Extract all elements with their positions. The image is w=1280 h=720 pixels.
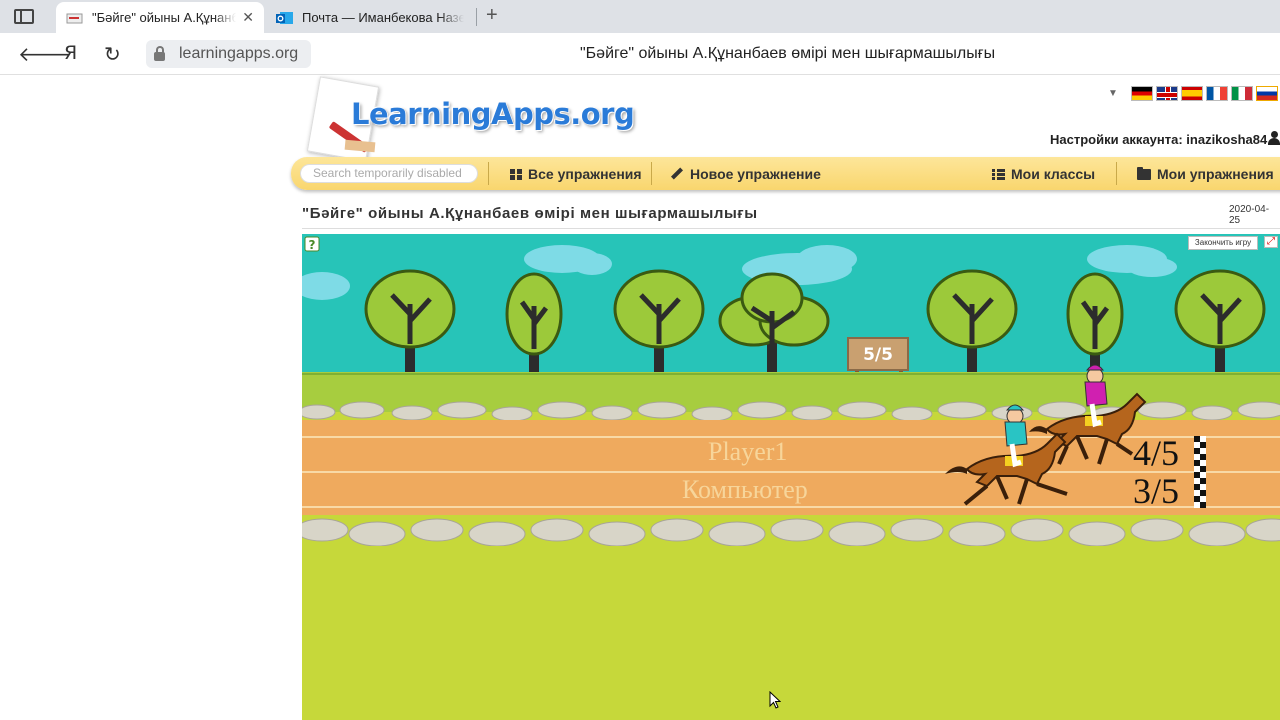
nav-label: Мои упражнения bbox=[1157, 166, 1274, 182]
player1-score: 4/5 bbox=[1133, 433, 1180, 473]
computer-score: 3/5 bbox=[1133, 471, 1180, 511]
nav-divider bbox=[488, 162, 489, 185]
finish-game-button[interactable]: Закончить игру bbox=[1188, 236, 1258, 250]
nav-new-exercise[interactable]: Новое упражнение bbox=[672, 166, 821, 182]
lock-icon bbox=[154, 45, 165, 61]
site-logo[interactable]: LearningApps.org bbox=[305, 75, 635, 162]
tab-active[interactable]: "Бәйге" ойыны А.Құнанбаев өмірі ✕ bbox=[56, 2, 264, 33]
flag-it-icon[interactable] bbox=[1230, 86, 1253, 101]
outlook-icon bbox=[276, 11, 293, 24]
reload-icon[interactable]: ↻ bbox=[104, 42, 121, 67]
flag-es-icon[interactable] bbox=[1180, 86, 1203, 101]
flag-gb-icon[interactable] bbox=[1155, 86, 1178, 101]
help-icon[interactable]: ? bbox=[304, 236, 320, 252]
new-tab-icon[interactable]: + bbox=[486, 4, 498, 27]
tab-separator bbox=[476, 8, 477, 26]
folder-icon bbox=[1137, 166, 1151, 180]
grid-icon bbox=[510, 168, 522, 180]
exercise-date: 2020-04-25 bbox=[1229, 204, 1270, 226]
user-icon[interactable] bbox=[1268, 131, 1280, 145]
flag-ru-icon[interactable] bbox=[1255, 86, 1278, 101]
player1-label: Player1 bbox=[708, 437, 788, 466]
list-icon bbox=[992, 168, 1005, 180]
flag-de-icon[interactable] bbox=[1130, 86, 1153, 101]
tab-close-icon[interactable]: ✕ bbox=[242, 9, 254, 26]
nav-divider bbox=[1116, 162, 1117, 185]
nav-all-exercises[interactable]: Все упражнения bbox=[510, 166, 642, 182]
divider bbox=[302, 228, 1280, 229]
flag-fr-icon[interactable] bbox=[1205, 86, 1228, 101]
account-settings-link[interactable]: Настройки аккаунта: inazikosha84 bbox=[1050, 132, 1267, 147]
yandex-icon[interactable]: Я bbox=[64, 42, 77, 64]
score-sign-text: 5/5 bbox=[863, 345, 893, 365]
nav-label: Все упражнения bbox=[528, 166, 642, 182]
fullscreen-icon[interactable]: ⤢ bbox=[1264, 236, 1278, 248]
language-selector[interactable]: ▼ bbox=[1108, 86, 1278, 101]
game-canvas[interactable]: ? Закончить игру ⤢ 5/5 Player1 Компьютер… bbox=[302, 234, 1280, 720]
computer-label: Компьютер bbox=[682, 475, 808, 504]
search-input[interactable]: Search temporarily disabled bbox=[300, 164, 478, 183]
tab-mail[interactable]: Почта — Иманбекова Назерке bbox=[266, 2, 474, 33]
logo-text: LearningApps.org bbox=[351, 97, 635, 131]
nav-my-exercises[interactable]: Мои упражнения bbox=[1137, 166, 1274, 182]
svg-text:?: ? bbox=[309, 238, 316, 252]
mouse-cursor-icon bbox=[769, 691, 781, 709]
pencil-icon bbox=[672, 168, 684, 180]
nav-my-classes[interactable]: Мои классы bbox=[992, 166, 1095, 182]
browser-tab-bar: "Бәйге" ойыны А.Құнанбаев өмірі ✕ Почта … bbox=[0, 0, 1280, 33]
dropdown-arrow-icon[interactable]: ▼ bbox=[1108, 88, 1118, 99]
main-navbar: Search temporarily disabled Все упражнен… bbox=[291, 157, 1280, 190]
url-field[interactable]: learningapps.org bbox=[146, 40, 311, 68]
tab-title: Почта — Иманбекова Назерке bbox=[302, 10, 464, 25]
page-title: "Бәйге" ойыны А.Құнанбаев өмірі мен шыға… bbox=[580, 45, 996, 62]
nav-label: Мои классы bbox=[1011, 166, 1096, 182]
finish-line bbox=[1194, 436, 1206, 508]
address-bar: 🡐 Я ↻ learningapps.org "Бәйге" ойыны А.Қ… bbox=[0, 33, 1280, 75]
tab-title: "Бәйге" ойыны А.Құнанбаев өмірі bbox=[92, 10, 237, 25]
exercise-title: "Бәйге" ойыны А.Құнанбаев өмірі мен шыға… bbox=[302, 205, 758, 222]
url-text: learningapps.org bbox=[179, 45, 299, 62]
nav-divider bbox=[651, 162, 652, 185]
sidebar-toggle-icon[interactable] bbox=[14, 9, 34, 24]
learningapps-favicon-icon bbox=[66, 13, 83, 23]
nav-label: Новое упражнение bbox=[690, 166, 821, 182]
page-content: LearningApps.org ▼ Настройки аккаунта: i… bbox=[0, 75, 1280, 720]
